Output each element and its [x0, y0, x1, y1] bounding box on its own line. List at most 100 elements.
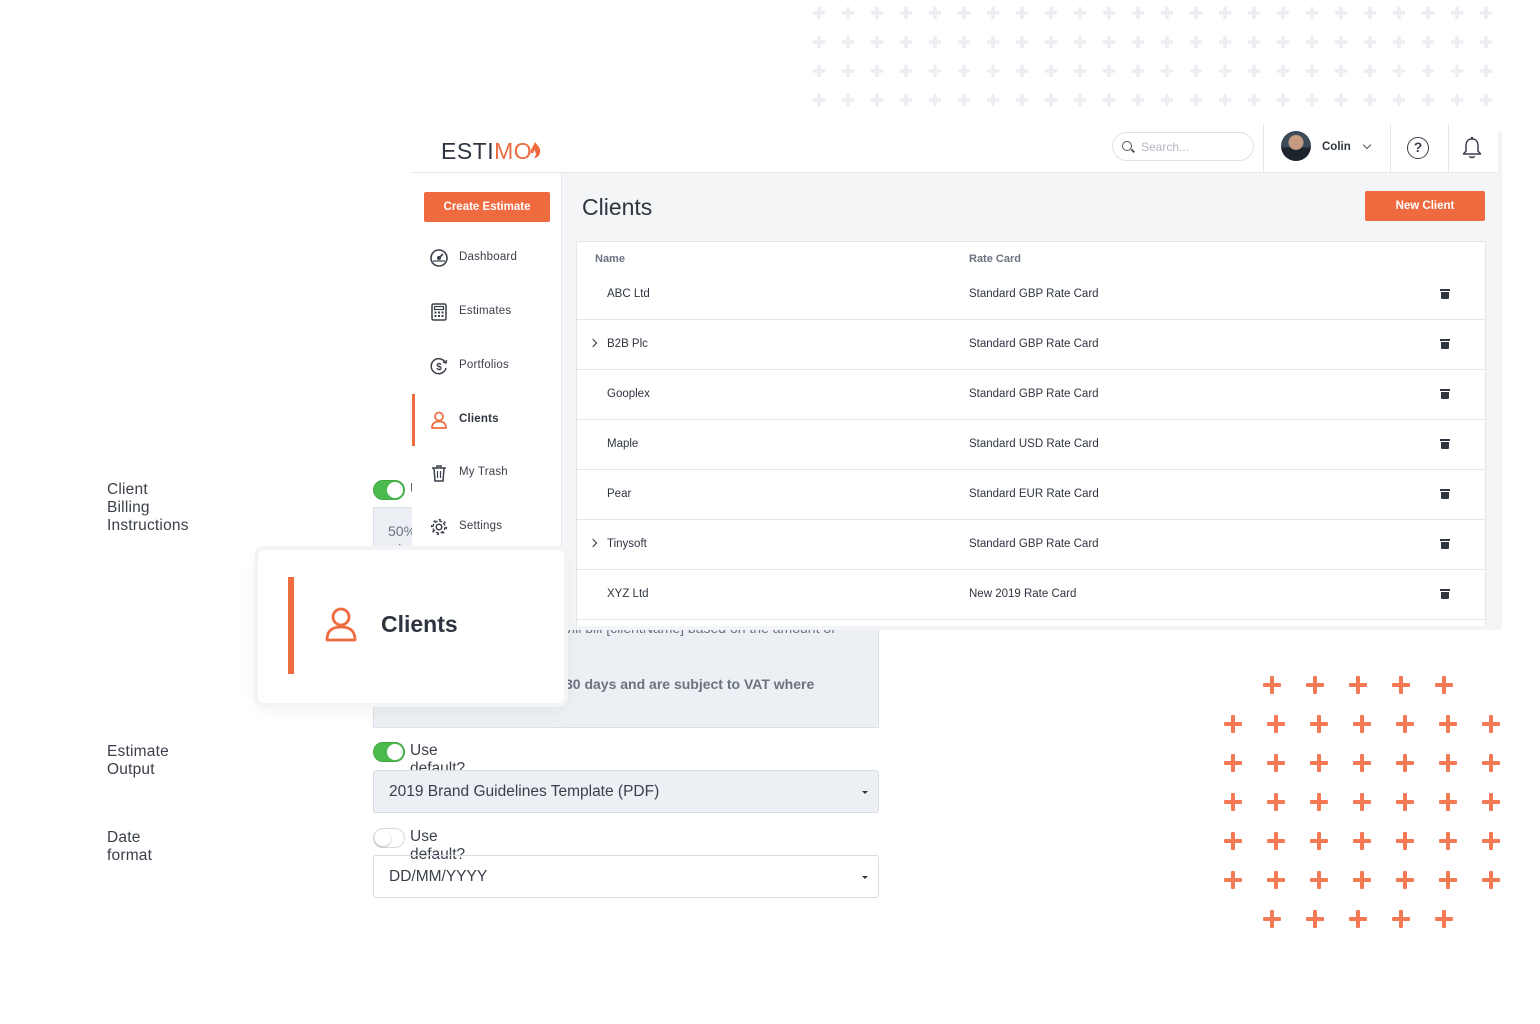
user-name[interactable]: Colin	[1322, 141, 1351, 153]
delete-icon[interactable]	[1440, 339, 1450, 349]
sidebar-item-portfolios[interactable]: $ Portfolios	[412, 340, 562, 392]
gear-icon	[430, 518, 448, 536]
plus-decoration	[1353, 793, 1371, 811]
plus-decoration	[1247, 35, 1261, 49]
delete-icon[interactable]	[1440, 539, 1450, 549]
plus-decoration	[986, 93, 1000, 107]
sidebar-item-clients[interactable]: Clients	[412, 394, 562, 446]
svg-text:$: $	[436, 362, 442, 373]
date-default-toggle[interactable]	[373, 828, 405, 848]
output-default-toggle[interactable]	[373, 742, 405, 762]
plus-decoration	[928, 64, 942, 78]
search-input[interactable]	[1141, 137, 1246, 157]
plus-decoration	[812, 93, 826, 107]
table-row[interactable]: Maple Standard USD Rate Card	[577, 420, 1485, 470]
estimate-output-value: 2019 Brand Guidelines Template (PDF)	[389, 783, 660, 800]
plus-decoration	[1044, 64, 1058, 78]
plus-decoration	[870, 35, 884, 49]
avatar[interactable]	[1281, 131, 1311, 161]
page-title: Clients	[582, 194, 653, 220]
estimo-logo[interactable]: ESTI MO	[441, 138, 542, 165]
column-header-name[interactable]: Name	[595, 253, 625, 265]
client-name-cell[interactable]: ABC Ltd	[607, 288, 650, 300]
plus-decoration	[1306, 910, 1324, 928]
client-name-cell[interactable]: Pear	[607, 488, 631, 500]
header-divider	[1390, 124, 1391, 173]
sidebar-item-dashboard[interactable]: Dashboard	[412, 232, 562, 284]
create-estimate-button[interactable]: Create Estimate	[424, 192, 550, 222]
plus-decoration	[1015, 6, 1029, 20]
rate-card-cell: Standard GBP Rate Card	[969, 538, 1099, 550]
table-row[interactable]: Tinysoft Standard GBP Rate Card	[577, 520, 1485, 570]
delete-icon[interactable]	[1440, 439, 1450, 449]
plus-decoration	[1450, 6, 1464, 20]
client-name-cell[interactable]: Maple	[607, 438, 638, 450]
sidebar-item-my-trash[interactable]: My Trash	[412, 447, 562, 499]
plus-decoration-row	[1224, 871, 1500, 889]
plus-decoration	[1131, 6, 1145, 20]
client-name-cell[interactable]: B2B Plc	[607, 338, 648, 350]
plus-decoration	[928, 6, 942, 20]
plus-decoration	[1334, 93, 1348, 107]
plus-decoration	[1482, 832, 1500, 850]
plus-decoration	[1310, 715, 1328, 733]
plus-decoration	[1224, 754, 1242, 772]
plus-decoration	[1247, 64, 1261, 78]
plus-decoration	[1189, 35, 1203, 49]
delete-icon[interactable]	[1440, 289, 1450, 299]
chevron-right-icon[interactable]	[588, 538, 598, 548]
plus-decoration	[1353, 754, 1371, 772]
billing-text-line: 30 days and are subject to VAT where	[565, 676, 815, 692]
table-row[interactable]: Pear Standard EUR Rate Card	[577, 470, 1485, 520]
date-format-select[interactable]: DD/MM/YYYY	[373, 855, 879, 898]
plus-decoration	[1218, 35, 1232, 49]
user-icon	[431, 411, 447, 429]
estimate-output-select[interactable]: 2019 Brand Guidelines Template (PDF)	[373, 770, 879, 813]
plus-decoration	[1392, 676, 1410, 694]
delete-icon[interactable]	[1440, 389, 1450, 399]
plus-decoration	[1334, 6, 1348, 20]
plus-decoration	[899, 93, 913, 107]
plus-decoration	[1482, 754, 1500, 772]
client-name-cell[interactable]: XYZ Ltd	[607, 588, 649, 600]
plus-decoration	[1276, 64, 1290, 78]
trash-icon	[432, 465, 446, 482]
table-row[interactable]: XYZ Ltd New 2019 Rate Card	[577, 570, 1485, 620]
sidebar-item-settings[interactable]: Settings	[412, 501, 562, 553]
client-name-cell[interactable]: Tinysoft	[607, 538, 647, 550]
new-client-button[interactable]: New Client	[1365, 191, 1485, 221]
plus-decoration	[1363, 64, 1377, 78]
client-name-cell[interactable]: Gooplex	[607, 388, 650, 400]
plus-decoration	[1073, 93, 1087, 107]
plus-decoration	[1263, 910, 1281, 928]
billing-default-toggle[interactable]	[373, 480, 405, 500]
chevron-right-icon[interactable]	[588, 338, 598, 348]
plus-decoration	[1073, 35, 1087, 49]
user-icon	[325, 607, 357, 642]
chevron-down-icon[interactable]	[1362, 140, 1372, 150]
column-header-rate-card[interactable]: Rate Card	[969, 253, 1021, 265]
plus-decoration	[812, 64, 826, 78]
app-window: ESTIMO Colin ? Create Estimate Dashboard	[412, 124, 1498, 626]
plus-decoration	[1439, 715, 1457, 733]
table-row[interactable]: ABC Ltd Standard GBP Rate Card	[577, 270, 1485, 320]
bell-icon[interactable]	[1461, 136, 1483, 160]
calculator-icon	[431, 303, 447, 321]
delete-icon[interactable]	[1440, 489, 1450, 499]
app-header: ESTIMO Colin ?	[412, 124, 1498, 173]
search-box[interactable]	[1112, 132, 1254, 161]
help-icon[interactable]: ?	[1407, 137, 1429, 159]
plus-decoration	[1353, 715, 1371, 733]
plus-decoration	[928, 93, 942, 107]
sidebar-item-estimates[interactable]: Estimates	[412, 286, 562, 338]
plus-decoration	[1479, 93, 1493, 107]
table-row[interactable]: Gooplex Standard GBP Rate Card	[577, 370, 1485, 420]
plus-decoration	[1310, 793, 1328, 811]
sidebar-item-label: Portfolios	[459, 359, 509, 371]
plus-decoration	[1224, 871, 1242, 889]
plus-decoration	[1160, 6, 1174, 20]
table-row[interactable]: B2B Plc Standard GBP Rate Card	[577, 320, 1485, 370]
clients-table: Name Rate Card ABC Ltd Standard GBP Rate …	[576, 241, 1486, 626]
delete-icon[interactable]	[1440, 589, 1450, 599]
main-content: Clients New Client Name Rate Card ABC Lt…	[562, 173, 1498, 626]
